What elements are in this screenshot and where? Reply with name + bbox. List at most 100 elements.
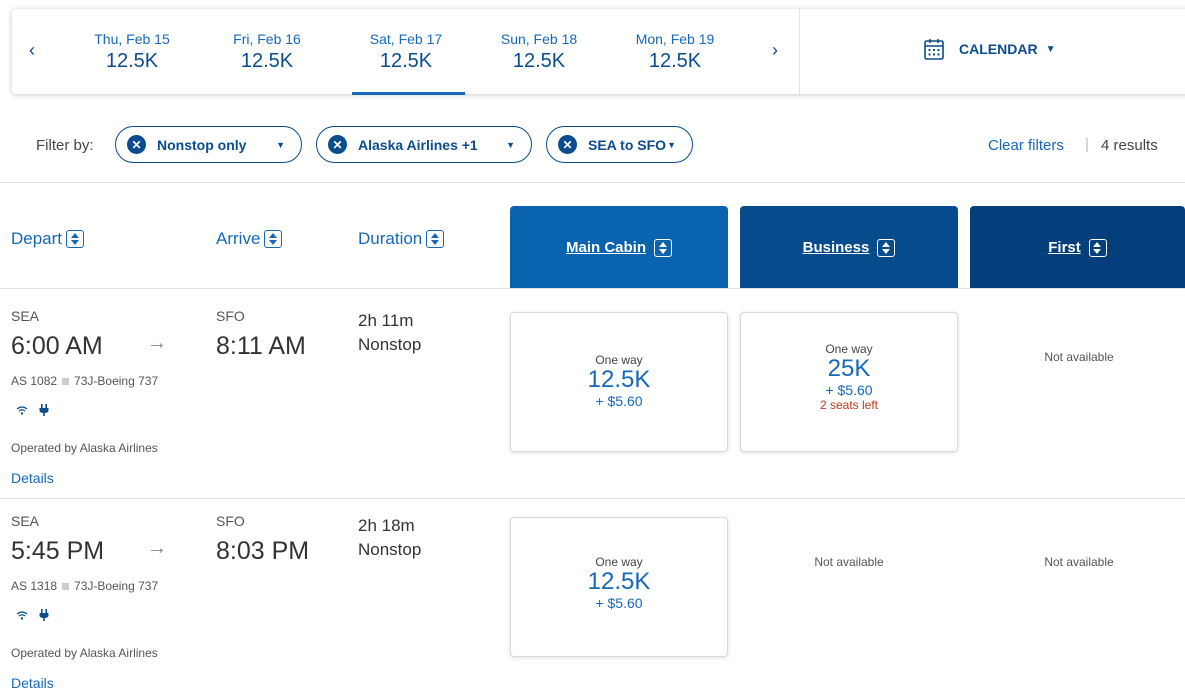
fare-business[interactable]: One way 25K + $5.60 2 seats left (740, 312, 958, 452)
calendar-button[interactable]: CALENDAR ▼ (924, 38, 1055, 60)
separator-dot (62, 582, 70, 590)
depart-time: 6:00 AM (11, 332, 103, 360)
date-points: 12.5K (512, 50, 566, 72)
flight-info: AS 1318 73J-Boeing 737 (11, 579, 158, 593)
stops: Nonstop (358, 540, 422, 559)
remove-icon[interactable]: ✕ (328, 135, 347, 154)
date-points: 12.5K (379, 50, 433, 72)
remove-icon[interactable]: ✕ (127, 135, 146, 154)
fare-points: 12.5K (587, 366, 651, 393)
chevron-right-icon[interactable]: › (772, 41, 778, 59)
depart-time: 5:45 PM (11, 537, 105, 565)
fare-type: One way (595, 555, 643, 569)
fare-type: One way (825, 342, 873, 356)
date-strip: ‹ Thu, Feb 15 12.5K Fri, Feb 16 12.5K Sa… (12, 9, 1185, 95)
duration-block: 2h 11m Nonstop (358, 309, 421, 357)
date-label: Thu, Feb 15 (94, 31, 170, 47)
fare-tax: + $5.60 (595, 595, 643, 611)
divider (0, 498, 1185, 499)
caret-down-icon: ▼ (276, 140, 285, 150)
fare-main-cabin[interactable]: One way 12.5K + $5.60 (510, 517, 728, 657)
cabin-header-first[interactable]: First (970, 206, 1185, 289)
remove-icon[interactable]: ✕ (558, 135, 577, 154)
filter-chip-nonstop[interactable]: ✕ Nonstop only ▼ (115, 126, 302, 163)
duration: 2h 18m (358, 516, 415, 535)
filter-chip-route[interactable]: ✕ SEA to SFO ▼ (546, 126, 693, 163)
chip-label: Alaska Airlines +1 (358, 136, 478, 153)
date-points: 12.5K (648, 50, 702, 72)
cabin-header-main[interactable]: Main Cabin (510, 206, 728, 289)
fare-tax: + $5.60 (595, 393, 643, 409)
power-outlet-icon (39, 404, 49, 416)
cabin-label: First (1048, 239, 1081, 256)
date-label: Fri, Feb 16 (233, 31, 301, 47)
selected-indicator (352, 92, 465, 95)
cabin-header-business[interactable]: Business (740, 206, 958, 289)
flight-info: AS 1082 73J-Boeing 737 (11, 374, 158, 388)
date-tab[interactable]: Thu, Feb 15 12.5K (67, 31, 197, 73)
sort-duration[interactable]: Duration (358, 229, 445, 249)
fare-points: 25K (827, 355, 871, 382)
chip-label: SEA to SFO (588, 136, 667, 153)
fare-business-unavailable: Not available (814, 555, 884, 569)
date-label: Sun, Feb 18 (500, 31, 578, 47)
flight-number: AS 1082 (11, 374, 58, 388)
origin-code: SEA (11, 513, 40, 529)
duration: 2h 11m (358, 311, 414, 330)
sort-icon (877, 238, 896, 257)
sort-icon (66, 230, 85, 248)
amenities (16, 609, 50, 621)
fare-main-cabin[interactable]: One way 12.5K + $5.60 (510, 312, 728, 452)
sort-icon (1088, 238, 1107, 257)
cabin-label: Business (802, 239, 870, 256)
wifi-icon (16, 406, 28, 415)
sort-icon (264, 230, 283, 248)
fare-first-unavailable: Not available (1044, 555, 1114, 569)
caret-down-icon: ▼ (667, 140, 676, 150)
filter-chip-airline[interactable]: ✕ Alaska Airlines +1 ▼ (316, 126, 532, 163)
date-tab[interactable]: Fri, Feb 16 12.5K (202, 31, 332, 73)
date-label: Mon, Feb 19 (635, 31, 715, 47)
separator-dot (62, 377, 70, 385)
details-link[interactable]: Details (11, 675, 54, 691)
origin-code: SEA (11, 308, 40, 324)
operated-by: Operated by Alaska Airlines (11, 646, 158, 660)
arrow-right-icon: → (147, 537, 167, 559)
aircraft: 73J-Boeing 737 (74, 374, 159, 388)
divider (799, 9, 800, 94)
calendar-icon (924, 39, 944, 60)
seats-left: 2 seats left (819, 398, 879, 412)
date-label: Sat, Feb 17 (369, 31, 443, 47)
stops: Nonstop (358, 335, 422, 354)
sort-depart[interactable]: Depart (11, 229, 85, 249)
destination-code: SFO (216, 513, 245, 529)
caret-down-icon: ▼ (1045, 43, 1056, 55)
fare-type: One way (595, 353, 643, 367)
arrive-time: 8:03 PM (216, 537, 310, 565)
chip-label: Nonstop only (157, 136, 247, 153)
caret-down-icon: ▼ (506, 140, 515, 150)
depart-header: Depart (11, 229, 63, 248)
clear-filters-link[interactable]: Clear filters (988, 137, 1064, 154)
details-link[interactable]: Details (11, 470, 54, 486)
divider (0, 288, 1185, 289)
results-count: 4 results (1101, 137, 1158, 154)
sort-arrive[interactable]: Arrive (216, 229, 283, 249)
power-outlet-icon (39, 609, 49, 621)
fare-points: 12.5K (587, 568, 651, 595)
date-tab-selected[interactable]: Sat, Feb 17 12.5K (341, 31, 471, 95)
chevron-left-icon[interactable]: ‹ (29, 41, 35, 59)
arrow-right-icon: → (147, 332, 167, 354)
date-points: 12.5K (105, 50, 159, 72)
date-tab[interactable]: Sun, Feb 18 12.5K (474, 31, 604, 73)
date-tab[interactable]: Mon, Feb 19 12.5K (610, 31, 740, 73)
operated-by: Operated by Alaska Airlines (11, 441, 158, 455)
destination-code: SFO (216, 308, 245, 324)
sort-icon (654, 238, 672, 257)
fare-first-unavailable: Not available (1044, 350, 1114, 364)
amenities (16, 404, 50, 416)
date-points: 12.5K (240, 50, 294, 72)
flight-number: AS 1318 (11, 579, 58, 593)
fare-tax: + $5.60 (825, 382, 873, 398)
wifi-icon (16, 611, 28, 620)
